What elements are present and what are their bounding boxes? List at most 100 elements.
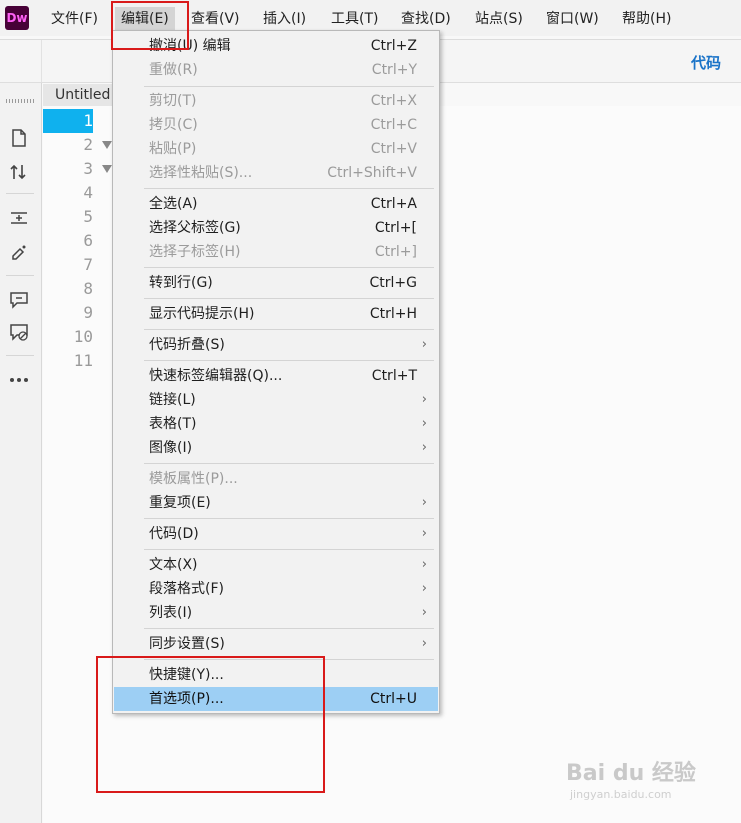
menu-separator (144, 329, 434, 330)
submenu-arrow-icon: › (421, 392, 427, 407)
menu-item-paste-special[interactable]: 选择性粘贴(S)... Ctrl+Shift+V (114, 161, 438, 185)
menu-item-shortcut: Ctrl+U (370, 691, 417, 707)
menu-item-shortcut: Ctrl+] (374, 244, 417, 260)
menu-item-shortcut: Ctrl+V (370, 141, 417, 157)
menu-view[interactable]: 查看(V) (185, 7, 246, 31)
menu-item-select-parent-tag[interactable]: 选择父标签(G) Ctrl+[ (114, 216, 438, 240)
menu-item-label: 表格(T) (149, 416, 197, 432)
menu-item-shortcut: Ctrl+Z (370, 38, 417, 54)
menu-item-shortcut: Ctrl+Y (371, 62, 417, 78)
expand-icon[interactable] (8, 207, 30, 229)
menu-separator (144, 86, 434, 87)
menu-insert[interactable]: 插入(I) (257, 7, 312, 31)
line-number: 7 (43, 253, 93, 277)
menu-item-text[interactable]: 文本(X) › (114, 553, 438, 577)
menu-tools[interactable]: 工具(T) (325, 7, 384, 31)
menu-item-cut[interactable]: 剪切(T) Ctrl+X (114, 89, 438, 113)
menu-item-label: 图像(I) (149, 440, 193, 456)
menu-item-label: 快速标签编辑器(Q)... (149, 368, 283, 384)
menu-item-code-collapse[interactable]: 代码折叠(S) › (114, 333, 438, 357)
line-number-text: 11 (73, 351, 93, 370)
annotation-highlight-edit-menu (111, 1, 189, 50)
line-number-text: 7 (83, 255, 93, 274)
file-transfer-icon[interactable] (8, 161, 30, 183)
line-number: 11 (43, 349, 93, 373)
menu-item-list[interactable]: 列表(I) › (114, 601, 438, 625)
line-number-text: 4 (83, 183, 93, 202)
menu-item-table[interactable]: 表格(T) › (114, 412, 438, 436)
submenu-arrow-icon: › (421, 557, 427, 572)
format-source-icon[interactable] (8, 241, 30, 263)
menu-item-label: 链接(L) (149, 392, 196, 408)
apply-comment-icon[interactable] (8, 289, 30, 311)
menu-item-label: 转到行(G) (149, 275, 213, 291)
menu-separator (144, 549, 434, 550)
tools-divider (6, 355, 34, 356)
menu-item-label: 列表(I) (149, 605, 193, 621)
menu-find[interactable]: 查找(D) (395, 7, 457, 31)
line-number: 5 (43, 205, 93, 229)
line-number-text: 1 (83, 111, 93, 130)
menu-item-paste[interactable]: 粘贴(P) Ctrl+V (114, 137, 438, 161)
submenu-arrow-icon: › (421, 636, 427, 651)
more-options-icon[interactable] (8, 369, 30, 391)
menu-file[interactable]: 文件(F) (45, 7, 104, 31)
menu-item-label: 全选(A) (149, 196, 198, 212)
menu-item-copy[interactable]: 拷贝(C) Ctrl+C (114, 113, 438, 137)
menu-window[interactable]: 窗口(W) (540, 7, 605, 31)
line-number-text: 6 (83, 231, 93, 250)
menu-item-shortcut: Ctrl+T (371, 368, 417, 384)
menu-item-quick-tag-editor[interactable]: 快速标签编辑器(Q)... Ctrl+T (114, 364, 438, 388)
menu-item-label: 重做(R) (149, 62, 198, 78)
menu-separator (144, 518, 434, 519)
menu-help[interactable]: 帮助(H) (616, 7, 677, 31)
submenu-arrow-icon: › (421, 605, 427, 620)
new-document-icon[interactable] (8, 127, 30, 149)
menu-item-go-to-line[interactable]: 转到行(G) Ctrl+G (114, 271, 438, 295)
menu-item-label: 剪切(T) (149, 93, 197, 109)
menu-separator (144, 298, 434, 299)
tools-divider (6, 275, 34, 276)
menu-item-select-all[interactable]: 全选(A) Ctrl+A (114, 192, 438, 216)
menu-item-shortcut: Ctrl+C (370, 117, 417, 133)
submenu-arrow-icon: › (421, 337, 427, 352)
line-number: 3 (43, 157, 93, 181)
menu-item-label: 代码(D) (149, 526, 199, 542)
menu-item-code[interactable]: 代码(D) › (114, 522, 438, 546)
menu-item-redo[interactable]: 重做(R) Ctrl+Y (114, 58, 438, 82)
menu-item-label: 同步设置(S) (149, 636, 225, 652)
menu-item-label: 粘贴(P) (149, 141, 197, 157)
line-number: 10 (43, 325, 93, 349)
menu-item-sync-settings[interactable]: 同步设置(S) › (114, 632, 438, 656)
menu-item-show-code-hints[interactable]: 显示代码提示(H) Ctrl+H (114, 302, 438, 326)
baidu-watermark-url: jingyan.baidu.com (570, 788, 672, 801)
menu-site[interactable]: 站点(S) (469, 7, 529, 31)
line-number: 8 (43, 277, 93, 301)
fold-arrow-icon[interactable] (102, 165, 112, 173)
menu-item-shortcut: Ctrl+H (369, 306, 417, 322)
remove-comment-icon[interactable] (8, 321, 30, 343)
menu-item-link[interactable]: 链接(L) › (114, 388, 438, 412)
line-number: 2 (43, 133, 93, 157)
menu-item-shortcut: Ctrl+A (370, 196, 417, 212)
menu-item-paragraph-format[interactable]: 段落格式(F) › (114, 577, 438, 601)
dreamweaver-logo[interactable]: Dw (5, 6, 29, 30)
menu-item-label: 段落格式(F) (149, 581, 224, 597)
fold-arrow-icon[interactable] (102, 141, 112, 149)
menu-item-label: 显示代码提示(H) (149, 306, 255, 322)
menu-separator (144, 463, 434, 464)
menu-item-image[interactable]: 图像(I) › (114, 436, 438, 460)
line-number: 4 (43, 181, 93, 205)
menu-separator (144, 628, 434, 629)
menu-item-label: 拷贝(C) (149, 117, 198, 133)
menu-item-repeating-entries[interactable]: 重复项(E) › (114, 491, 438, 515)
line-number-text: 2 (83, 135, 93, 154)
toolbar-grip-handle[interactable] (6, 99, 34, 103)
line-number-text: 5 (83, 207, 93, 226)
menu-item-select-child-tag[interactable]: 选择子标签(H) Ctrl+] (114, 240, 438, 264)
code-view-button[interactable]: 代码 (691, 52, 721, 73)
menu-item-template-properties[interactable]: 模板属性(P)... (114, 467, 438, 491)
submenu-arrow-icon: › (421, 495, 427, 510)
menu-item-shortcut: Ctrl+G (369, 275, 418, 291)
baidu-watermark: Bai du 经验 (566, 761, 696, 786)
